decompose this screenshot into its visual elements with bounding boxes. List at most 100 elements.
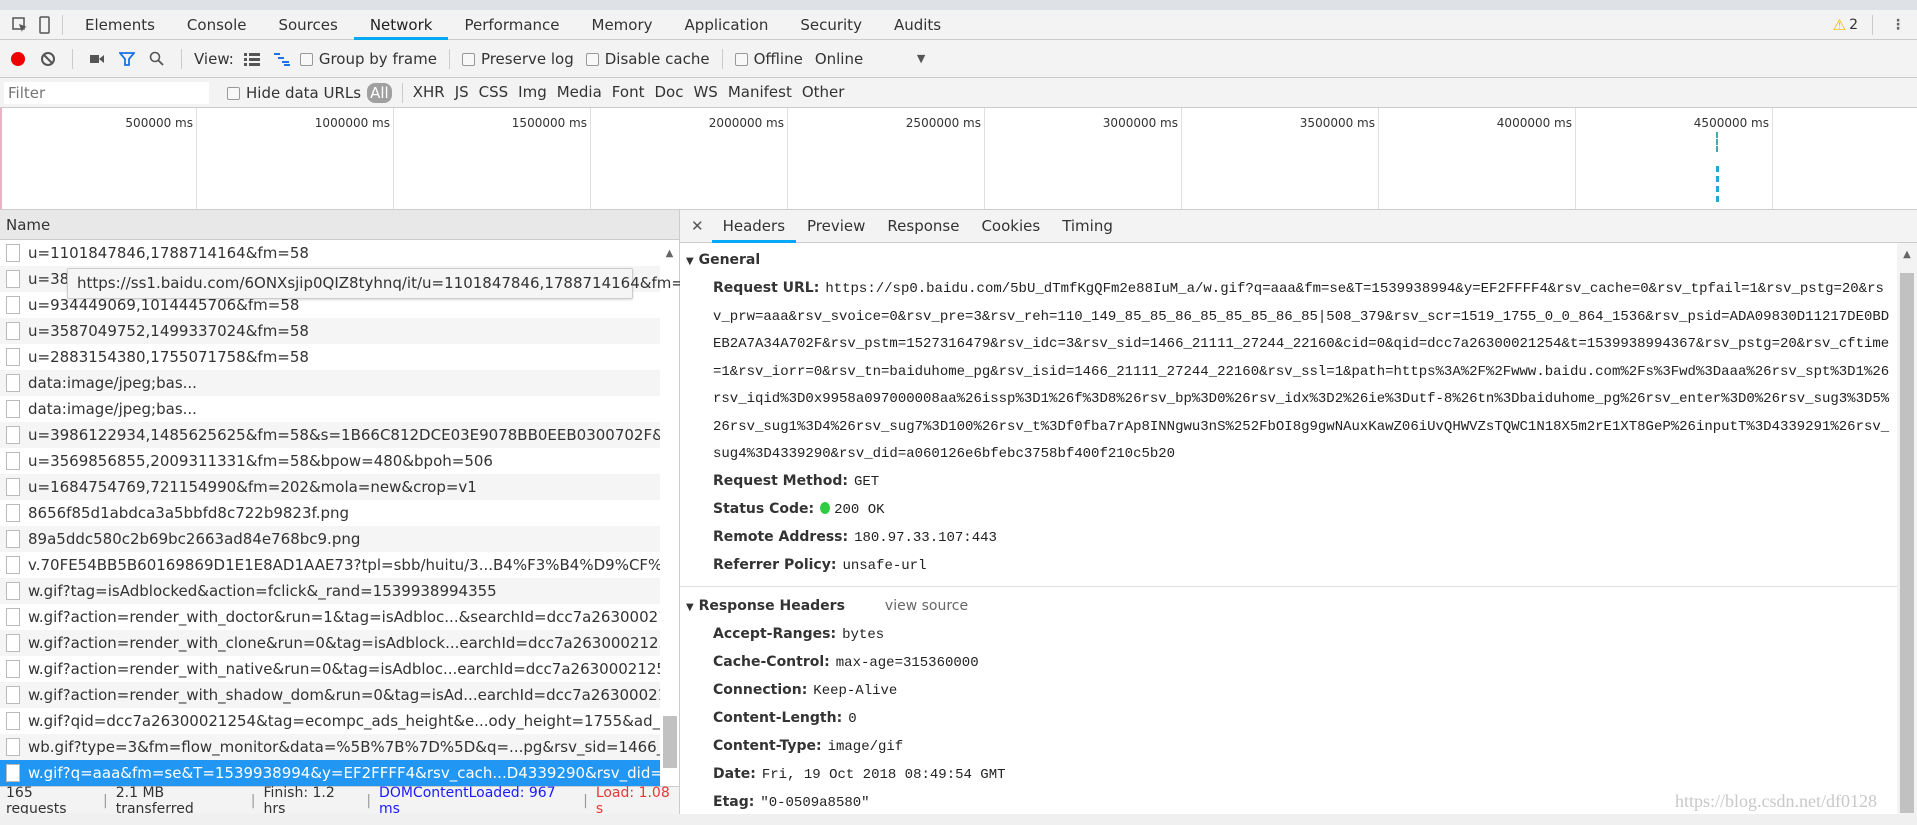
- file-icon: [6, 322, 20, 340]
- request-row[interactable]: u=3986122934,1485625625&fm=58&s=1B66C812…: [0, 422, 660, 448]
- chevron-down-icon[interactable]: ▼: [917, 52, 925, 65]
- filter-type-css[interactable]: CSS: [479, 83, 509, 103]
- request-row[interactable]: w.gif?action=render_with_doctor&run=1&ta…: [0, 604, 660, 630]
- tab-application[interactable]: Application: [669, 10, 785, 40]
- capture-screenshots-icon[interactable]: [85, 47, 109, 71]
- scrollbar-thumb[interactable]: [663, 716, 677, 768]
- header-row: Accept-Ranges: bytes: [680, 621, 1897, 649]
- tab-sources[interactable]: Sources: [262, 10, 353, 40]
- disable-cache-checkbox[interactable]: Disable cache: [585, 50, 710, 68]
- detail-tab-response[interactable]: Response: [876, 210, 970, 243]
- detail-tab-timing[interactable]: Timing: [1051, 210, 1124, 243]
- group-by-frame-checkbox[interactable]: Group by frame: [299, 50, 437, 68]
- scrollbar-thumb[interactable]: [1900, 273, 1914, 813]
- header-row: Content-Type: image/gif: [680, 733, 1897, 761]
- tab-memory[interactable]: Memory: [576, 10, 669, 40]
- header-row: Referrer Policy: unsafe-url: [680, 552, 1897, 580]
- view-source-link[interactable]: view source: [885, 598, 968, 614]
- tab-audits[interactable]: Audits: [878, 10, 957, 40]
- file-icon: [6, 686, 20, 704]
- request-row[interactable]: data:image/jpeg;bas...: [0, 396, 660, 422]
- watermark: https://blog.csdn.net/df0128: [1675, 791, 1877, 811]
- filter-type-manifest[interactable]: Manifest: [728, 83, 792, 103]
- request-row[interactable]: w.gif?qid=dcc7a26300021254&tag=ecompc_ad…: [0, 708, 660, 734]
- tab-security[interactable]: Security: [784, 10, 878, 40]
- header-row: Status Code: 200 OK: [680, 496, 1897, 524]
- record-button[interactable]: [6, 47, 30, 71]
- waterfall-overview-icon[interactable]: [270, 47, 294, 71]
- filter-type-xhr[interactable]: XHR: [413, 83, 445, 103]
- inspect-element-icon[interactable]: [8, 13, 32, 37]
- file-icon: [6, 426, 20, 444]
- request-row[interactable]: u=1101847846,1788714164&fm=58: [0, 240, 660, 266]
- filter-type-font[interactable]: Font: [612, 83, 645, 103]
- tab-console[interactable]: Console: [171, 10, 263, 40]
- filter-type-doc[interactable]: Doc: [654, 83, 683, 103]
- response-headers-section-header[interactable]: ▼ Response Headers view source: [680, 591, 1897, 621]
- tab-network[interactable]: Network: [353, 10, 449, 40]
- scroll-up-icon[interactable]: ▲: [660, 248, 679, 259]
- timeline-tick-label: 500000 ms: [0, 108, 197, 209]
- file-icon: [6, 478, 20, 496]
- request-row[interactable]: w.gif?action=render_with_shadow_dom&run=…: [0, 682, 660, 708]
- detail-scrollbar[interactable]: ▲: [1897, 243, 1917, 814]
- request-name: w.gif?action=render_with_shadow_dom&run=…: [28, 686, 660, 704]
- header-name: Remote Address:: [713, 528, 849, 545]
- request-name: u=2883154380,1755071758&fm=58: [28, 348, 309, 366]
- filter-type-all[interactable]: All: [367, 82, 392, 103]
- file-icon: [6, 764, 20, 782]
- filter-type-ws[interactable]: WS: [693, 83, 717, 103]
- preserve-log-checkbox[interactable]: Preserve log: [461, 50, 574, 68]
- offline-checkbox[interactable]: Offline: [734, 50, 803, 68]
- request-row[interactable]: data:image/jpeg;bas...: [0, 370, 660, 396]
- request-row[interactable]: u=3569856855,2009311331&fm=58&bpow=480&b…: [0, 448, 660, 474]
- name-column-header[interactable]: Name: [0, 210, 680, 240]
- warning-count[interactable]: 2: [1849, 17, 1858, 33]
- detail-tab-headers[interactable]: Headers: [711, 210, 797, 243]
- request-row[interactable]: v.70FE54BB5B60169869D1E1E8AD1AAE73?tpl=s…: [0, 552, 660, 578]
- more-menu-icon[interactable]: ⋮: [1891, 17, 1905, 33]
- header-name: Cache-Control:: [713, 653, 830, 670]
- filter-input[interactable]: [4, 81, 209, 104]
- filter-type-js[interactable]: JS: [455, 83, 469, 103]
- request-row[interactable]: u=1684754769,721154990&fm=202&mola=new&c…: [0, 474, 660, 500]
- detail-tab-preview[interactable]: Preview: [796, 210, 876, 243]
- request-row[interactable]: u=3587049752,1499337024&fm=58: [0, 318, 660, 344]
- divider: [72, 48, 73, 69]
- detail-tab-cookies[interactable]: Cookies: [970, 210, 1051, 243]
- close-icon[interactable]: ✕: [680, 217, 712, 235]
- transferred-size: 2.1 MB transferred: [115, 784, 194, 817]
- tab-performance[interactable]: Performance: [448, 10, 575, 40]
- tab-elements[interactable]: Elements: [69, 10, 171, 40]
- network-toolbar: View: Group by frame Preserve log Disabl…: [0, 40, 1917, 78]
- filter-type-media[interactable]: Media: [557, 83, 602, 103]
- header-row: Cache-Control: max-age=315360000: [680, 649, 1897, 677]
- filter-type-img[interactable]: Img: [518, 83, 547, 103]
- request-row[interactable]: w.gif?action=render_with_clone&run=0&tag…: [0, 630, 660, 656]
- request-row[interactable]: 8656f85d1abdca3a5bbfd8c722b9823f.png: [0, 500, 660, 526]
- header-row: Remote Address: 180.97.33.107:443: [680, 524, 1897, 552]
- request-name: u=3587049752,1499337024&fm=58: [28, 322, 309, 340]
- scroll-up-icon[interactable]: ▲: [1897, 249, 1917, 260]
- device-toolbar-icon[interactable]: [32, 13, 56, 37]
- clear-button[interactable]: [36, 47, 60, 71]
- throttling-select[interactable]: Online: [815, 50, 905, 68]
- large-rows-icon[interactable]: [240, 47, 264, 71]
- hide-data-urls-checkbox[interactable]: Hide data URLs: [227, 84, 361, 102]
- request-row[interactable]: u=2883154380,1755071758&fm=58: [0, 344, 660, 370]
- filter-icon[interactable]: [115, 47, 139, 71]
- throttling-value: Online: [814, 49, 864, 68]
- filter-bar: Hide data URLs All XHR JS CSS Img Media Font Do…: [0, 78, 1917, 108]
- request-row[interactable]: 89a5ddc580c2b69bc2663ad84e768bc9.png: [0, 526, 660, 552]
- request-row[interactable]: wb.gif?type=3&fm=flow_monitor&data=%5B%7…: [0, 734, 660, 760]
- request-row[interactable]: w.gif?tag=isAdblocked&action=fclick&_ran…: [0, 578, 660, 604]
- timeline-overview[interactable]: 500000 ms 1000000 ms 1500000 ms 2000000 ms 2…: [0, 108, 1917, 210]
- filter-type-other[interactable]: Other: [802, 83, 845, 103]
- request-list-scrollbar[interactable]: ▲: [660, 240, 680, 786]
- warning-icon[interactable]: ⚠: [1833, 16, 1846, 34]
- general-section-header[interactable]: ▼ General: [680, 245, 1897, 275]
- search-icon[interactable]: [145, 47, 169, 71]
- response-headers-title: Response Headers: [698, 597, 845, 614]
- request-row[interactable]: w.gif?action=render_with_native&run=0&ta…: [0, 656, 660, 682]
- request-row[interactable]: w.gif?q=aaa&fm=se&T=1539938994&y=EF2FFFF…: [0, 760, 660, 786]
